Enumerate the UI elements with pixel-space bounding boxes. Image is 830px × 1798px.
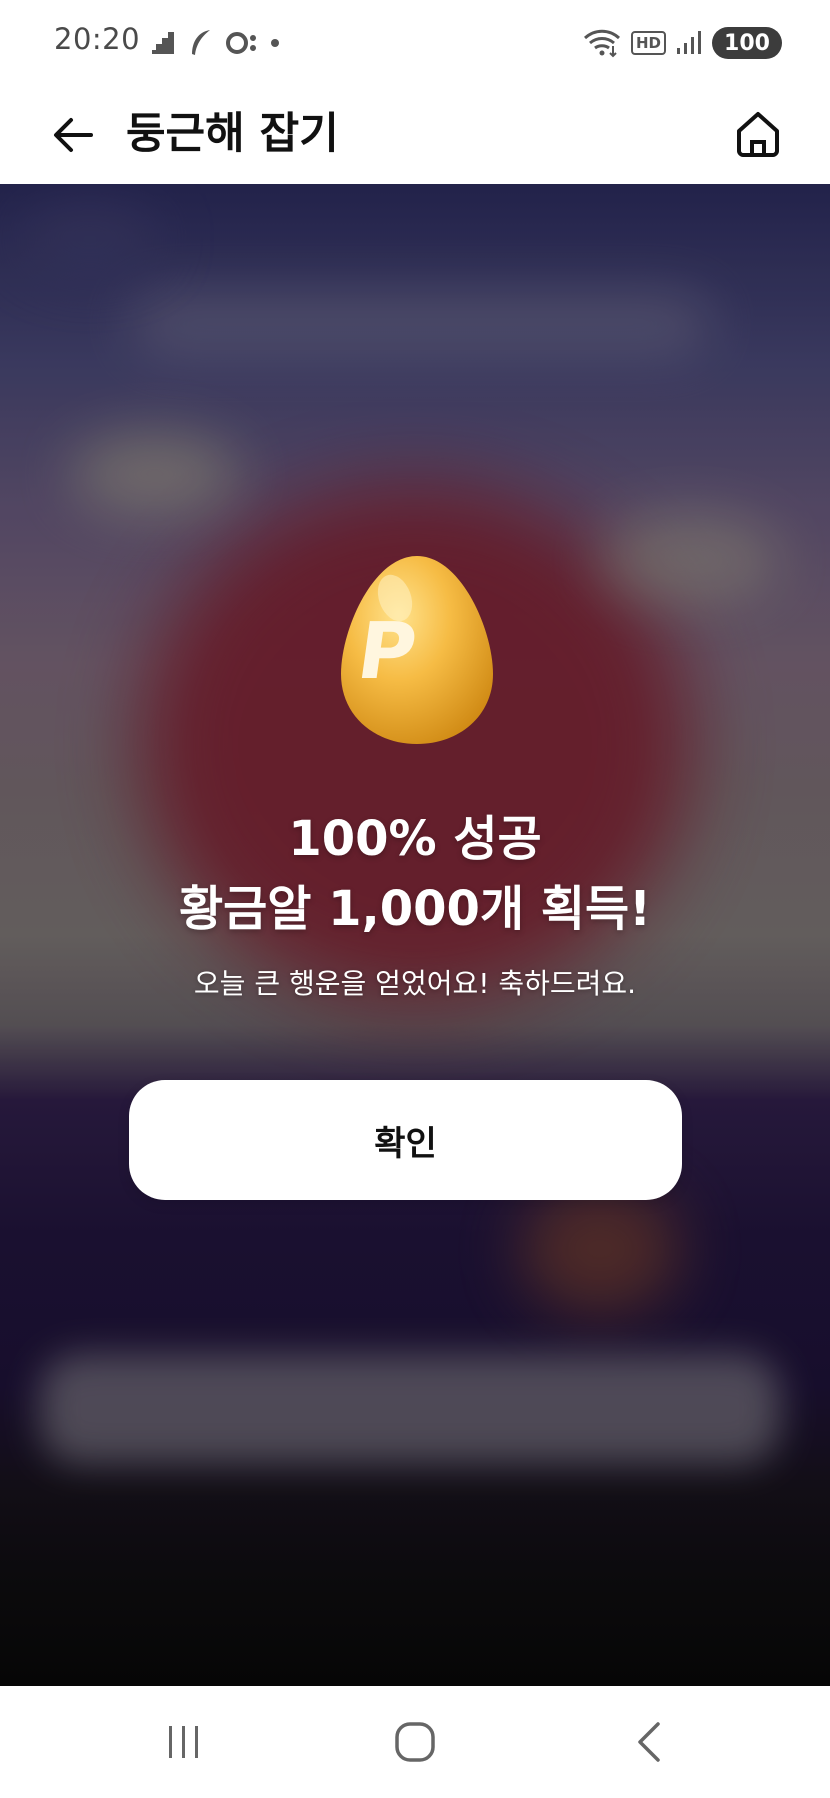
nav-back-button[interactable] [610, 1712, 690, 1772]
wifi-icon [583, 29, 620, 58]
hd-badge: HD [630, 31, 666, 55]
mobile-game-icon [226, 32, 256, 54]
result-title-line2: 황금알 1,000개 획득! [178, 881, 652, 937]
app-bar: 둥근해 잡기 [0, 84, 830, 184]
golden-egg-icon: P [337, 552, 497, 748]
home-button[interactable] [724, 100, 792, 168]
status-time: 20:20 [54, 22, 141, 56]
status-notification-icons [150, 26, 280, 60]
confirm-button[interactable]: 확인 [129, 1080, 682, 1200]
result-subtitle: 오늘 큰 행운을 얻었어요! 축하드려요. [193, 967, 637, 1000]
recents-button[interactable] [144, 1712, 224, 1772]
screen: 20:20 HD 100 둥근해 잡기 P 100% 성공 황금알 1,000개… [0, 0, 830, 1798]
battery-indicator: 100 [712, 27, 782, 59]
golden-egg-graphic: P [341, 556, 493, 744]
back-arrow-icon [54, 118, 93, 152]
nav-back-icon [638, 1722, 660, 1762]
page-title: 둥근해 잡기 [126, 109, 339, 159]
nav-home-button[interactable] [375, 1712, 455, 1772]
recents-icon [169, 1726, 198, 1758]
back-button[interactable] [40, 102, 106, 168]
game-area: P 100% 성공 황금알 1,000개 획득! 오늘 큰 행운을 얻었어요! … [0, 184, 830, 1686]
status-bar: 20:20 HD 100 [0, 0, 830, 84]
system-nav-bar [0, 1686, 830, 1798]
nav-home-icon [395, 1722, 435, 1762]
status-system-icons: HD 100 [583, 24, 782, 62]
dot-icon [271, 39, 279, 47]
result-title: 100% 성공 황금알 1,000개 획득! [0, 804, 830, 944]
signal-icon [677, 31, 701, 54]
home-icon [737, 112, 779, 157]
feather-icon [192, 30, 210, 55]
stairs-icon [152, 32, 174, 54]
result-title-line1: 100% 성공 [288, 811, 542, 867]
